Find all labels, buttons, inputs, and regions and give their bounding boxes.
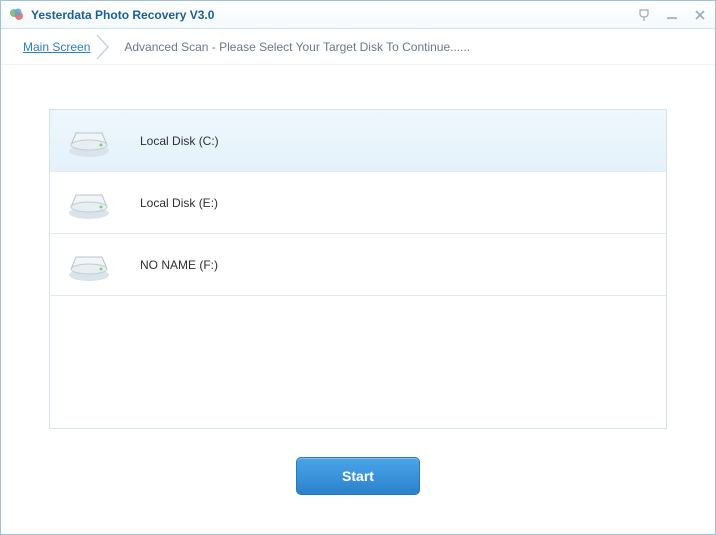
disk-label: Local Disk (C:): [140, 134, 219, 148]
start-button[interactable]: Start: [296, 457, 420, 495]
disk-row[interactable]: Local Disk (E:): [50, 172, 666, 234]
disk-label: Local Disk (E:): [140, 196, 218, 210]
chevron-right-icon: [96, 33, 114, 61]
drive-icon: [66, 185, 112, 221]
titlebar: Yesterdata Photo Recovery V3.0: [1, 1, 715, 29]
window-controls: [635, 6, 709, 24]
disk-label: NO NAME (F:): [140, 258, 218, 272]
drive-icon: [66, 123, 112, 159]
close-icon[interactable]: [691, 6, 709, 24]
drive-icon: [66, 247, 112, 283]
disk-row[interactable]: Local Disk (C:): [50, 110, 666, 172]
app-window: Yesterdata Photo Recovery V3.0 Main Scre…: [0, 0, 716, 535]
disk-row[interactable]: NO NAME (F:): [50, 234, 666, 296]
minimize-icon[interactable]: [663, 6, 681, 24]
breadcrumb: Main Screen Advanced Scan - Please Selec…: [1, 29, 715, 65]
app-icon: [9, 7, 25, 23]
pin-icon[interactable]: [635, 6, 653, 24]
content-area: Local Disk (C:) Local Disk (E:): [1, 65, 715, 534]
button-row: Start: [49, 457, 667, 495]
breadcrumb-main-link[interactable]: Main Screen: [23, 40, 96, 54]
breadcrumb-step: Advanced Scan - Please Select Your Targe…: [124, 40, 470, 54]
window-title: Yesterdata Photo Recovery V3.0: [31, 8, 635, 22]
disk-list: Local Disk (C:) Local Disk (E:): [49, 109, 667, 429]
